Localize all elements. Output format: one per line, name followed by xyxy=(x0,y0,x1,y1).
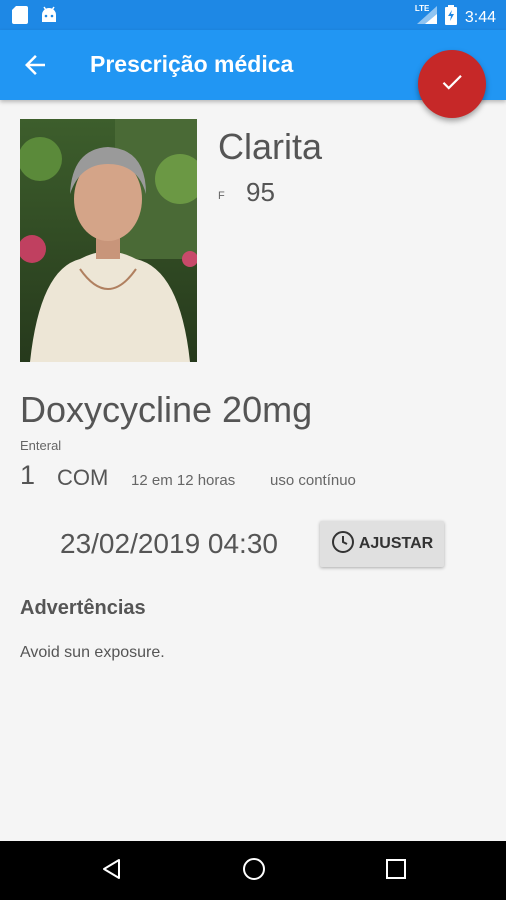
android-icon xyxy=(40,6,58,29)
adjust-button[interactable]: AJUSTAR xyxy=(320,521,444,567)
patient-photo xyxy=(20,119,197,362)
navigation-bar xyxy=(0,841,506,900)
scheduled-datetime: 23/02/2019 04:30 xyxy=(60,528,278,559)
status-time: 3:44 xyxy=(464,8,496,26)
back-button[interactable] xyxy=(20,50,50,80)
patient-age: 95 xyxy=(246,177,275,207)
network-label: LTE xyxy=(414,4,430,13)
nav-back-button[interactable] xyxy=(96,855,128,887)
dose-duration: uso contínuo xyxy=(270,472,356,489)
nav-recents-icon xyxy=(385,858,407,885)
battery-icon xyxy=(444,5,457,30)
nav-recents-button[interactable] xyxy=(380,855,412,887)
dose-quantity: 1 xyxy=(20,460,36,490)
drug-name: Doxycycline 20mg xyxy=(20,389,313,430)
clock-icon xyxy=(331,530,355,559)
page-title: Prescrição médica xyxy=(90,51,294,77)
sd-card-icon xyxy=(12,6,28,29)
status-bar: LTE 3:44 xyxy=(0,0,506,30)
warnings-text: Avoid sun exposure. xyxy=(20,644,165,661)
adjust-label: AJUSTAR xyxy=(358,535,434,552)
nav-home-button[interactable] xyxy=(238,855,270,887)
drug-route: Enteral xyxy=(20,438,62,453)
back-arrow-icon xyxy=(20,55,50,84)
confirm-button[interactable] xyxy=(418,50,486,118)
patient-name: Clarita xyxy=(218,126,323,167)
patient-sex: F xyxy=(218,190,225,202)
nav-home-icon xyxy=(241,856,267,887)
signal-icon: LTE xyxy=(414,4,437,29)
dose-unit: COM xyxy=(57,465,109,490)
check-icon xyxy=(439,69,465,100)
warnings-title: Advertências xyxy=(20,597,146,619)
nav-back-icon xyxy=(100,857,124,886)
dose-frequency: 12 em 12 horas xyxy=(131,472,236,489)
